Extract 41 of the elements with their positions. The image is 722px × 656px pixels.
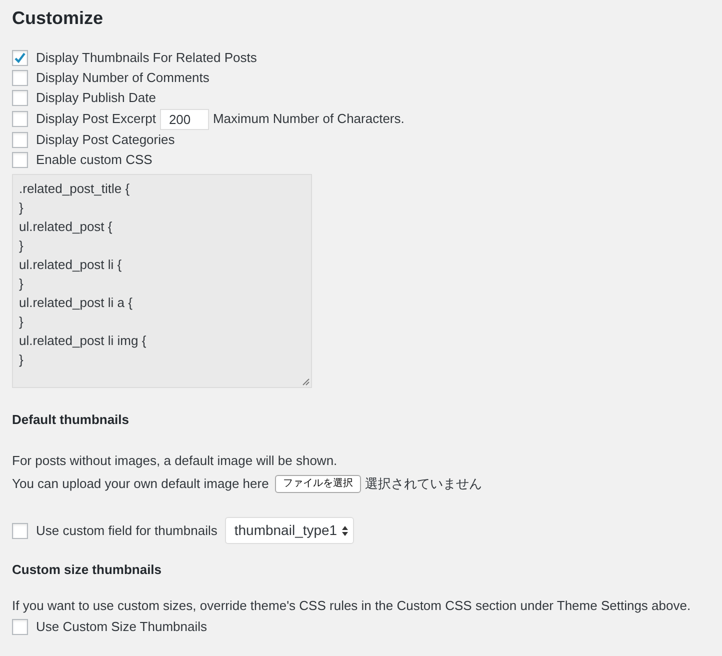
updown-caret-icon: [341, 524, 350, 536]
code-line: ul.related_post {: [19, 218, 114, 236]
thumbnail-type-select[interactable]: thumbnail_type1: [225, 517, 354, 544]
option-suffix: Maximum Number of Characters.: [212, 110, 404, 128]
checkbox[interactable]: [12, 522, 28, 538]
checkmark-icon: [13, 51, 27, 65]
description-text: For posts without images, a default image will be shown.: [12, 452, 338, 470]
checkbox[interactable]: [12, 70, 28, 86]
css-textarea[interactable]: .related_post_title { } ul.related_post { } ul.related_post li { } ul.related_post li a { } ul.related_post li img { }: [12, 174, 312, 388]
option-label: Display Publish Date: [36, 89, 156, 108]
upload-label: You can upload your own default image here: [12, 474, 269, 493]
choose-file-button[interactable]: ファイルを選択: [274, 474, 361, 492]
option-label: Enable custom CSS: [36, 151, 152, 170]
checkbox[interactable]: [12, 132, 28, 148]
checkbox[interactable]: [12, 111, 28, 127]
option-label: Display Number of Comments: [36, 69, 210, 88]
file-status: 選択されていません: [364, 474, 482, 493]
section-heading: Default thumbnails: [12, 411, 130, 429]
checkbox[interactable]: [12, 50, 28, 66]
checkbox[interactable]: [12, 90, 28, 106]
code-line: }: [19, 351, 24, 369]
option-label: Display Post Excerpt: [36, 110, 156, 128]
code-line: ul.related_post li img {: [19, 332, 148, 350]
code-line: }: [19, 275, 24, 293]
section-heading: Custom size thumbnails: [12, 560, 163, 578]
option-label: Display Post Categories: [36, 131, 175, 150]
option-label: Display Thumbnails For Related Posts: [36, 49, 257, 68]
option-label: Use custom field for thumbnails: [36, 522, 218, 540]
code-line: ul.related_post li a {: [19, 294, 134, 312]
code-line: }: [19, 199, 24, 217]
code-line: ul.related_post li {: [19, 256, 123, 274]
number-field[interactable]: 200: [160, 108, 209, 130]
code-line: .related_post_title {: [19, 180, 131, 198]
code-line: }: [19, 237, 24, 255]
checkbox[interactable]: [12, 152, 28, 168]
checkbox[interactable]: [12, 619, 28, 635]
section-title: Customize: [12, 7, 104, 30]
code-line: }: [19, 313, 24, 331]
resize-handle-icon: [302, 378, 310, 386]
option-label: Use Custom Size Thumbnails: [36, 618, 207, 636]
description-text: If you want to use custom sizes, override theme's CSS rules in the Custom CSS section under Theme Settings above.: [12, 597, 692, 615]
